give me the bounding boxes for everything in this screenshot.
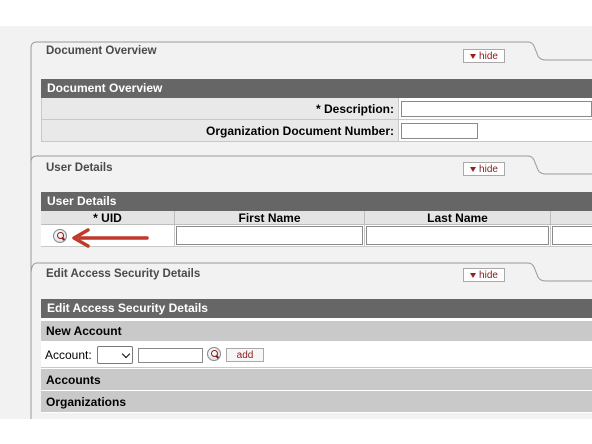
edit-access-section: Edit Access Security Details New Account…	[41, 299, 592, 413]
first-name-cell	[175, 225, 365, 246]
tab-title-document-overview: Document Overview	[46, 45, 157, 57]
column-header-first-name: First Name	[175, 211, 365, 225]
triangle-down-icon	[470, 166, 477, 172]
org-doc-number-row: Organization Document Number:	[41, 120, 592, 142]
new-account-row: Account: add	[41, 342, 592, 368]
description-cell	[399, 98, 592, 119]
hide-label: hide	[479, 50, 498, 62]
magnifier-lookup-icon[interactable]	[53, 229, 67, 243]
tab-title-edit-access: Edit Access Security Details	[46, 268, 201, 280]
hide-label: hide	[479, 163, 498, 175]
account-number-input[interactable]	[138, 348, 203, 363]
user-details-column-headers: * UID First Name Last Name	[41, 211, 592, 225]
last-name-cell	[365, 225, 551, 246]
magnifier-lookup-icon[interactable]	[207, 347, 221, 361]
tab-title-user-details: User Details	[46, 162, 113, 174]
hide-user-details-button[interactable]: hide	[463, 162, 505, 176]
section-header: Edit Access Security Details	[41, 299, 592, 318]
first-name-input[interactable]	[176, 226, 363, 245]
add-account-button[interactable]: add	[226, 348, 264, 362]
hide-label: hide	[479, 269, 498, 281]
triangle-down-icon	[470, 53, 477, 59]
column-header-extra	[551, 211, 592, 224]
description-row: * Description:	[41, 98, 592, 120]
account-label: Account:	[45, 348, 92, 362]
column-header-uid: * UID	[41, 211, 175, 225]
description-input[interactable]	[401, 101, 592, 117]
chevron-down-icon	[121, 349, 131, 359]
extra-input[interactable]	[552, 226, 592, 245]
document-overview-section: Document Overview * Description: Organiz…	[41, 79, 592, 142]
section-header: Document Overview	[41, 79, 592, 98]
extra-cell	[551, 225, 592, 246]
last-name-input[interactable]	[366, 226, 549, 245]
org-doc-number-cell	[399, 120, 592, 141]
account-chart-select[interactable]	[97, 346, 133, 364]
triangle-down-icon	[470, 272, 477, 278]
red-arrow-icon	[72, 228, 149, 248]
accounts-header: Accounts	[41, 369, 592, 391]
new-account-header: New Account	[41, 321, 592, 342]
organizations-header: Organizations	[41, 391, 592, 413]
org-doc-number-input[interactable]	[401, 123, 478, 139]
description-label: * Description:	[41, 98, 399, 119]
section-header: User Details	[41, 192, 592, 211]
org-doc-number-label: Organization Document Number:	[41, 120, 399, 141]
hide-document-overview-button[interactable]: hide	[463, 49, 505, 63]
column-header-last-name: Last Name	[365, 211, 551, 225]
hide-edit-access-button[interactable]: hide	[463, 268, 505, 282]
